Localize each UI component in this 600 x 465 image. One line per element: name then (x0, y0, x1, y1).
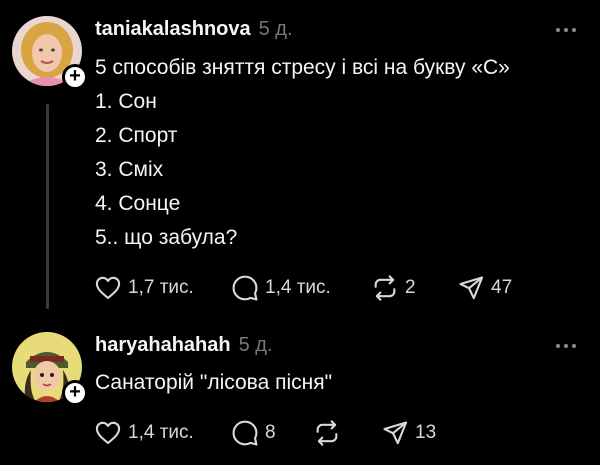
plus-icon: + (69, 381, 81, 403)
thread-post: + taniakalashnova 5 д. 5 способів зняття… (0, 0, 600, 322)
like-count: 1,4 тис. (128, 422, 194, 443)
share-count: 47 (491, 277, 513, 298)
username[interactable]: haryahahahah (95, 334, 231, 357)
send-icon (383, 421, 408, 445)
post-text-line: Санаторій "лісова пісня" (95, 371, 333, 394)
send-icon (459, 276, 484, 300)
comment-icon (232, 420, 258, 446)
share-button[interactable]: 47 (457, 274, 512, 302)
follow-button[interactable]: + (62, 64, 88, 90)
repost-count: 2 (405, 277, 416, 298)
timestamp[interactable]: 5 д. (259, 18, 293, 41)
username[interactable]: taniakalashnova (95, 18, 251, 41)
like-button[interactable]: 1,4 тис. (94, 419, 231, 447)
post-text-line: 3. Сміх (95, 158, 164, 181)
plus-icon: + (69, 65, 81, 87)
post-header: haryahahahah 5 д. (95, 334, 273, 357)
post-text-line: 2. Спорт (95, 124, 178, 147)
like-count: 1,7 тис. (128, 277, 194, 298)
share-button[interactable]: 13 (381, 419, 436, 447)
heart-icon (95, 421, 121, 444)
repost-icon (316, 420, 338, 446)
like-button[interactable]: 1,7 тис. (94, 274, 231, 302)
avatar-container: + (12, 16, 88, 90)
thread-line (46, 104, 49, 309)
post-actions: 1,4 тис. 8 13 (94, 419, 436, 447)
repost-button[interactable] (313, 419, 381, 447)
heart-icon (95, 276, 121, 299)
share-count: 13 (415, 422, 437, 443)
more-dots-icon (556, 344, 576, 348)
follow-button[interactable]: + (62, 380, 88, 406)
more-dots-icon (556, 28, 576, 32)
post-text-line: 5 способів зняття стресу і всі на букву … (95, 56, 510, 79)
reply-count: 8 (265, 422, 276, 443)
more-options-button[interactable] (556, 344, 576, 348)
reply-count: 1,4 тис. (265, 277, 331, 298)
post-text: 5 способів зняття стресу і всі на букву … (95, 51, 510, 255)
post-text: Санаторій "лісова пісня" (95, 366, 332, 400)
post-actions: 1,7 тис. 1,4 тис. 2 47 (94, 274, 512, 302)
reply-button[interactable]: 1,4 тис. (231, 274, 371, 302)
post-header: taniakalashnova 5 д. (95, 18, 293, 41)
avatar-container: + (12, 332, 88, 406)
repost-icon (374, 275, 396, 301)
reply-button[interactable]: 8 (231, 419, 313, 447)
timestamp[interactable]: 5 д. (239, 334, 273, 357)
thread-post: + haryahahahah 5 д. Санаторій "лісова пі… (0, 322, 600, 465)
post-text-line: 1. Сон (95, 90, 157, 113)
post-text-line: 5.. що забула? (95, 226, 238, 249)
repost-button[interactable]: 2 (371, 274, 457, 302)
post-text-line: 4. Сонце (95, 192, 181, 215)
comment-icon (232, 275, 258, 301)
more-options-button[interactable] (556, 28, 576, 32)
